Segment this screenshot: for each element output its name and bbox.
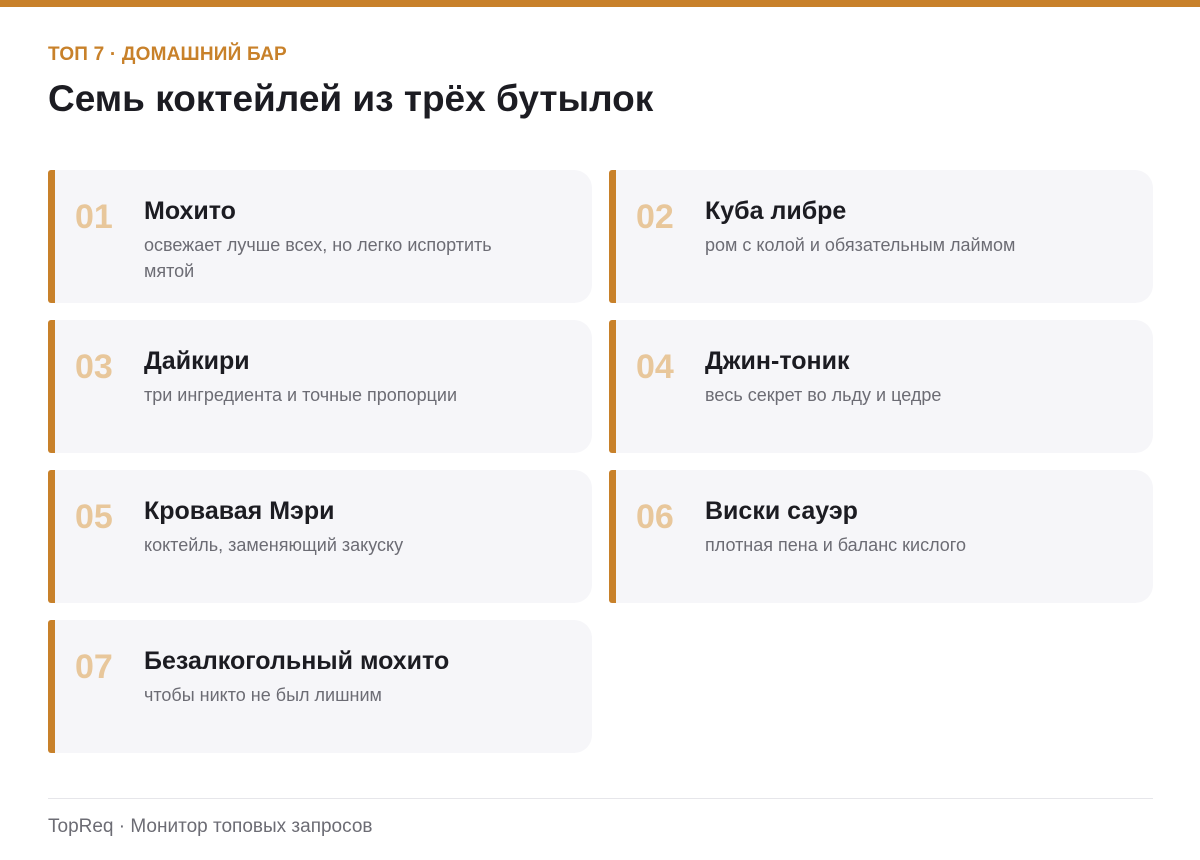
item-description: чтобы никто не был лишним bbox=[144, 685, 382, 705]
top-accent-bar bbox=[0, 0, 1200, 7]
item-title: Куба либре bbox=[705, 197, 847, 225]
item-description: коктейль, заменяющий закуску bbox=[144, 535, 404, 555]
item-number: 01 bbox=[75, 198, 113, 236]
item-number: 04 bbox=[636, 348, 674, 386]
item-title: Дайкири bbox=[144, 347, 250, 375]
item-title: Безалкогольный мохито bbox=[144, 647, 450, 675]
item-number: 02 bbox=[636, 198, 674, 236]
footer-text: TopReq · Монитор топовых запросов bbox=[48, 816, 373, 837]
item-description: освежает лучше всех, но легко испортить … bbox=[144, 235, 492, 281]
item-title: Кровавая Мэри bbox=[144, 497, 335, 525]
list-item: 06 Виски сауэр плотная пена и баланс кис… bbox=[609, 470, 1153, 603]
item-number: 05 bbox=[75, 498, 113, 536]
list-item: 07 Безалкогольный мохито чтобы никто не … bbox=[48, 620, 592, 753]
item-title: Мохито bbox=[144, 197, 236, 225]
item-number: 03 bbox=[75, 348, 113, 386]
item-description: три ингредиента и точные пропорции bbox=[144, 385, 457, 405]
list-item: 01 Мохито освежает лучше всех, но легко … bbox=[48, 170, 592, 303]
list-item: 04 Джин-тоник весь секрет во льду и цедр… bbox=[609, 320, 1153, 453]
item-number: 06 bbox=[636, 498, 674, 536]
item-title: Виски сауэр bbox=[705, 497, 858, 525]
item-description: весь секрет во льду и цедре bbox=[705, 385, 942, 405]
list-item: 05 Кровавая Мэри коктейль, заменяющий за… bbox=[48, 470, 592, 603]
item-description: плотная пена и баланс кислого bbox=[705, 535, 966, 555]
item-title: Джин-тоник bbox=[705, 347, 850, 375]
eyebrow-label: ТОП 7 · ДОМАШНИЙ БАР bbox=[48, 44, 287, 65]
item-number: 07 bbox=[75, 648, 113, 686]
list-item: 02 Куба либре ром с колой и обязательным… bbox=[609, 170, 1153, 303]
footer-divider bbox=[48, 798, 1153, 799]
cocktail-list: 01 Мохито освежает лучше всех, но легко … bbox=[48, 170, 1153, 753]
page-title: Семь коктейлей из трёх бутылок bbox=[48, 78, 654, 119]
item-description: ром с колой и обязательным лаймом bbox=[705, 235, 1016, 255]
list-item: 03 Дайкири три ингредиента и точные проп… bbox=[48, 320, 592, 453]
